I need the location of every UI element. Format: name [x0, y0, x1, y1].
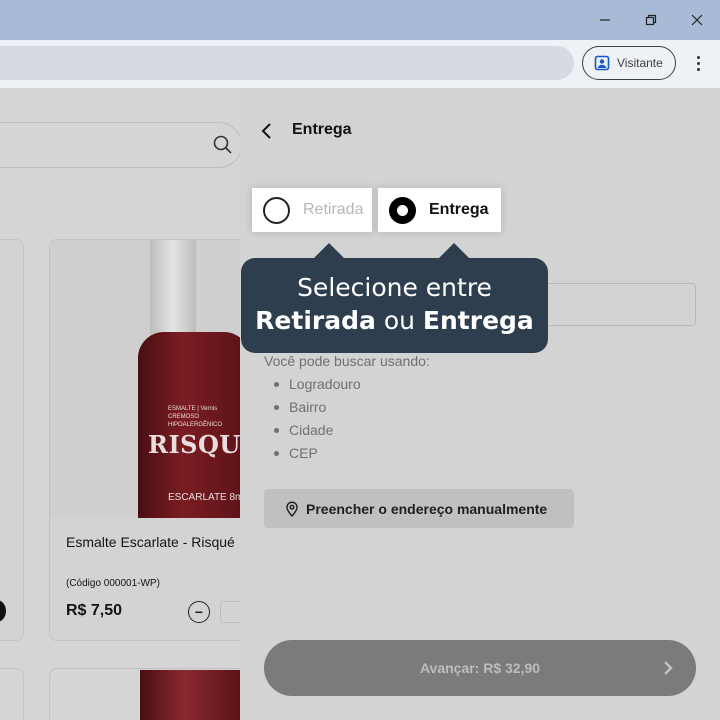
chevron-right-icon [664, 661, 673, 675]
product-image [140, 670, 240, 720]
bottle-label: HIPOALERGÊNICO [168, 422, 223, 428]
product-card[interactable] [0, 239, 24, 641]
tooltip-word-retirada: Retirada [255, 306, 376, 335]
option-entrega-label: Entrega [429, 201, 489, 218]
search-hint: Você pode buscar usando: [264, 353, 430, 369]
tooltip-word-entrega: Entrega [422, 306, 534, 335]
bottle-label: ESMALTE | Vernis [168, 406, 218, 412]
browser-menu-icon[interactable] [690, 50, 706, 76]
search-icon[interactable] [212, 134, 234, 156]
minimize-icon[interactable] [593, 8, 617, 32]
profile-button[interactable]: Visitante [582, 46, 676, 80]
store-page: ESMALTE | Vernis CREMOSO HIPOALERGÊNICO … [0, 88, 240, 720]
option-retirada-label: Retirada [303, 201, 364, 218]
tooltip-arrow [313, 243, 345, 259]
delivery-panel: Entrega Retirada Entrega Você pode busca… [240, 88, 720, 720]
bottle-label: ESCARLATE 8ml [168, 492, 240, 503]
product-card[interactable]: ESMALTE | Vernis CREMOSO HIPOALERGÊNICO … [49, 239, 240, 641]
product-image: ESMALTE | Vernis CREMOSO HIPOALERGÊNICO … [50, 240, 240, 518]
bottle-brand: RISQUÉ [148, 430, 240, 459]
product-code: (Código 000001-WP) [66, 578, 160, 589]
restore-icon[interactable] [639, 8, 663, 32]
list-item: Logradouro [264, 373, 361, 396]
product-title[interactable]: Esmalte Escarlate - Risqué [66, 534, 235, 550]
option-retirada[interactable]: Retirada [252, 188, 372, 232]
quantity-input[interactable] [220, 601, 240, 623]
quantity-decrease-button[interactable]: − [188, 601, 210, 623]
radio-selected-icon[interactable] [389, 196, 416, 224]
tooltip-connector: ou [375, 306, 423, 335]
browser-toolbar: Visitante [0, 40, 720, 88]
advance-button[interactable]: Avançar: R$ 32,90 [264, 640, 696, 696]
tooltip-arrow [438, 243, 470, 259]
option-entrega[interactable]: Entrega [378, 188, 501, 232]
list-item: Bairro [264, 396, 361, 419]
search-hint-list: Logradouro Bairro Cidade CEP [264, 373, 361, 465]
radio-unselected-icon[interactable] [263, 196, 290, 224]
bottle-label: CREMOSO [168, 414, 200, 420]
tooltip-line1: Selecione entre [297, 273, 492, 302]
browser-titlebar [0, 0, 720, 40]
map-pin-icon [286, 501, 298, 517]
list-item: CEP [264, 442, 361, 465]
advance-button-label: Avançar: R$ 32,90 [419, 660, 541, 676]
product-price: R$ 7,50 [66, 602, 123, 619]
address-bar[interactable] [0, 46, 574, 80]
profile-label: Visitante [617, 56, 663, 70]
manual-address-button[interactable]: Preencher o endereço manualmente [264, 489, 574, 528]
tooltip-line2: Retirada ou Entrega [241, 306, 548, 335]
profile-icon [594, 55, 610, 71]
back-arrow-icon[interactable] [256, 120, 278, 142]
list-item: Cidade [264, 419, 361, 442]
manual-address-label: Preencher o endereço manualmente [306, 500, 548, 517]
panel-title: Entrega [292, 121, 352, 138]
onboarding-tooltip: Selecione entre Retirada ou Entrega [241, 258, 548, 353]
product-card[interactable] [0, 668, 24, 720]
store-search-input[interactable] [0, 122, 240, 168]
close-icon[interactable] [685, 8, 709, 32]
